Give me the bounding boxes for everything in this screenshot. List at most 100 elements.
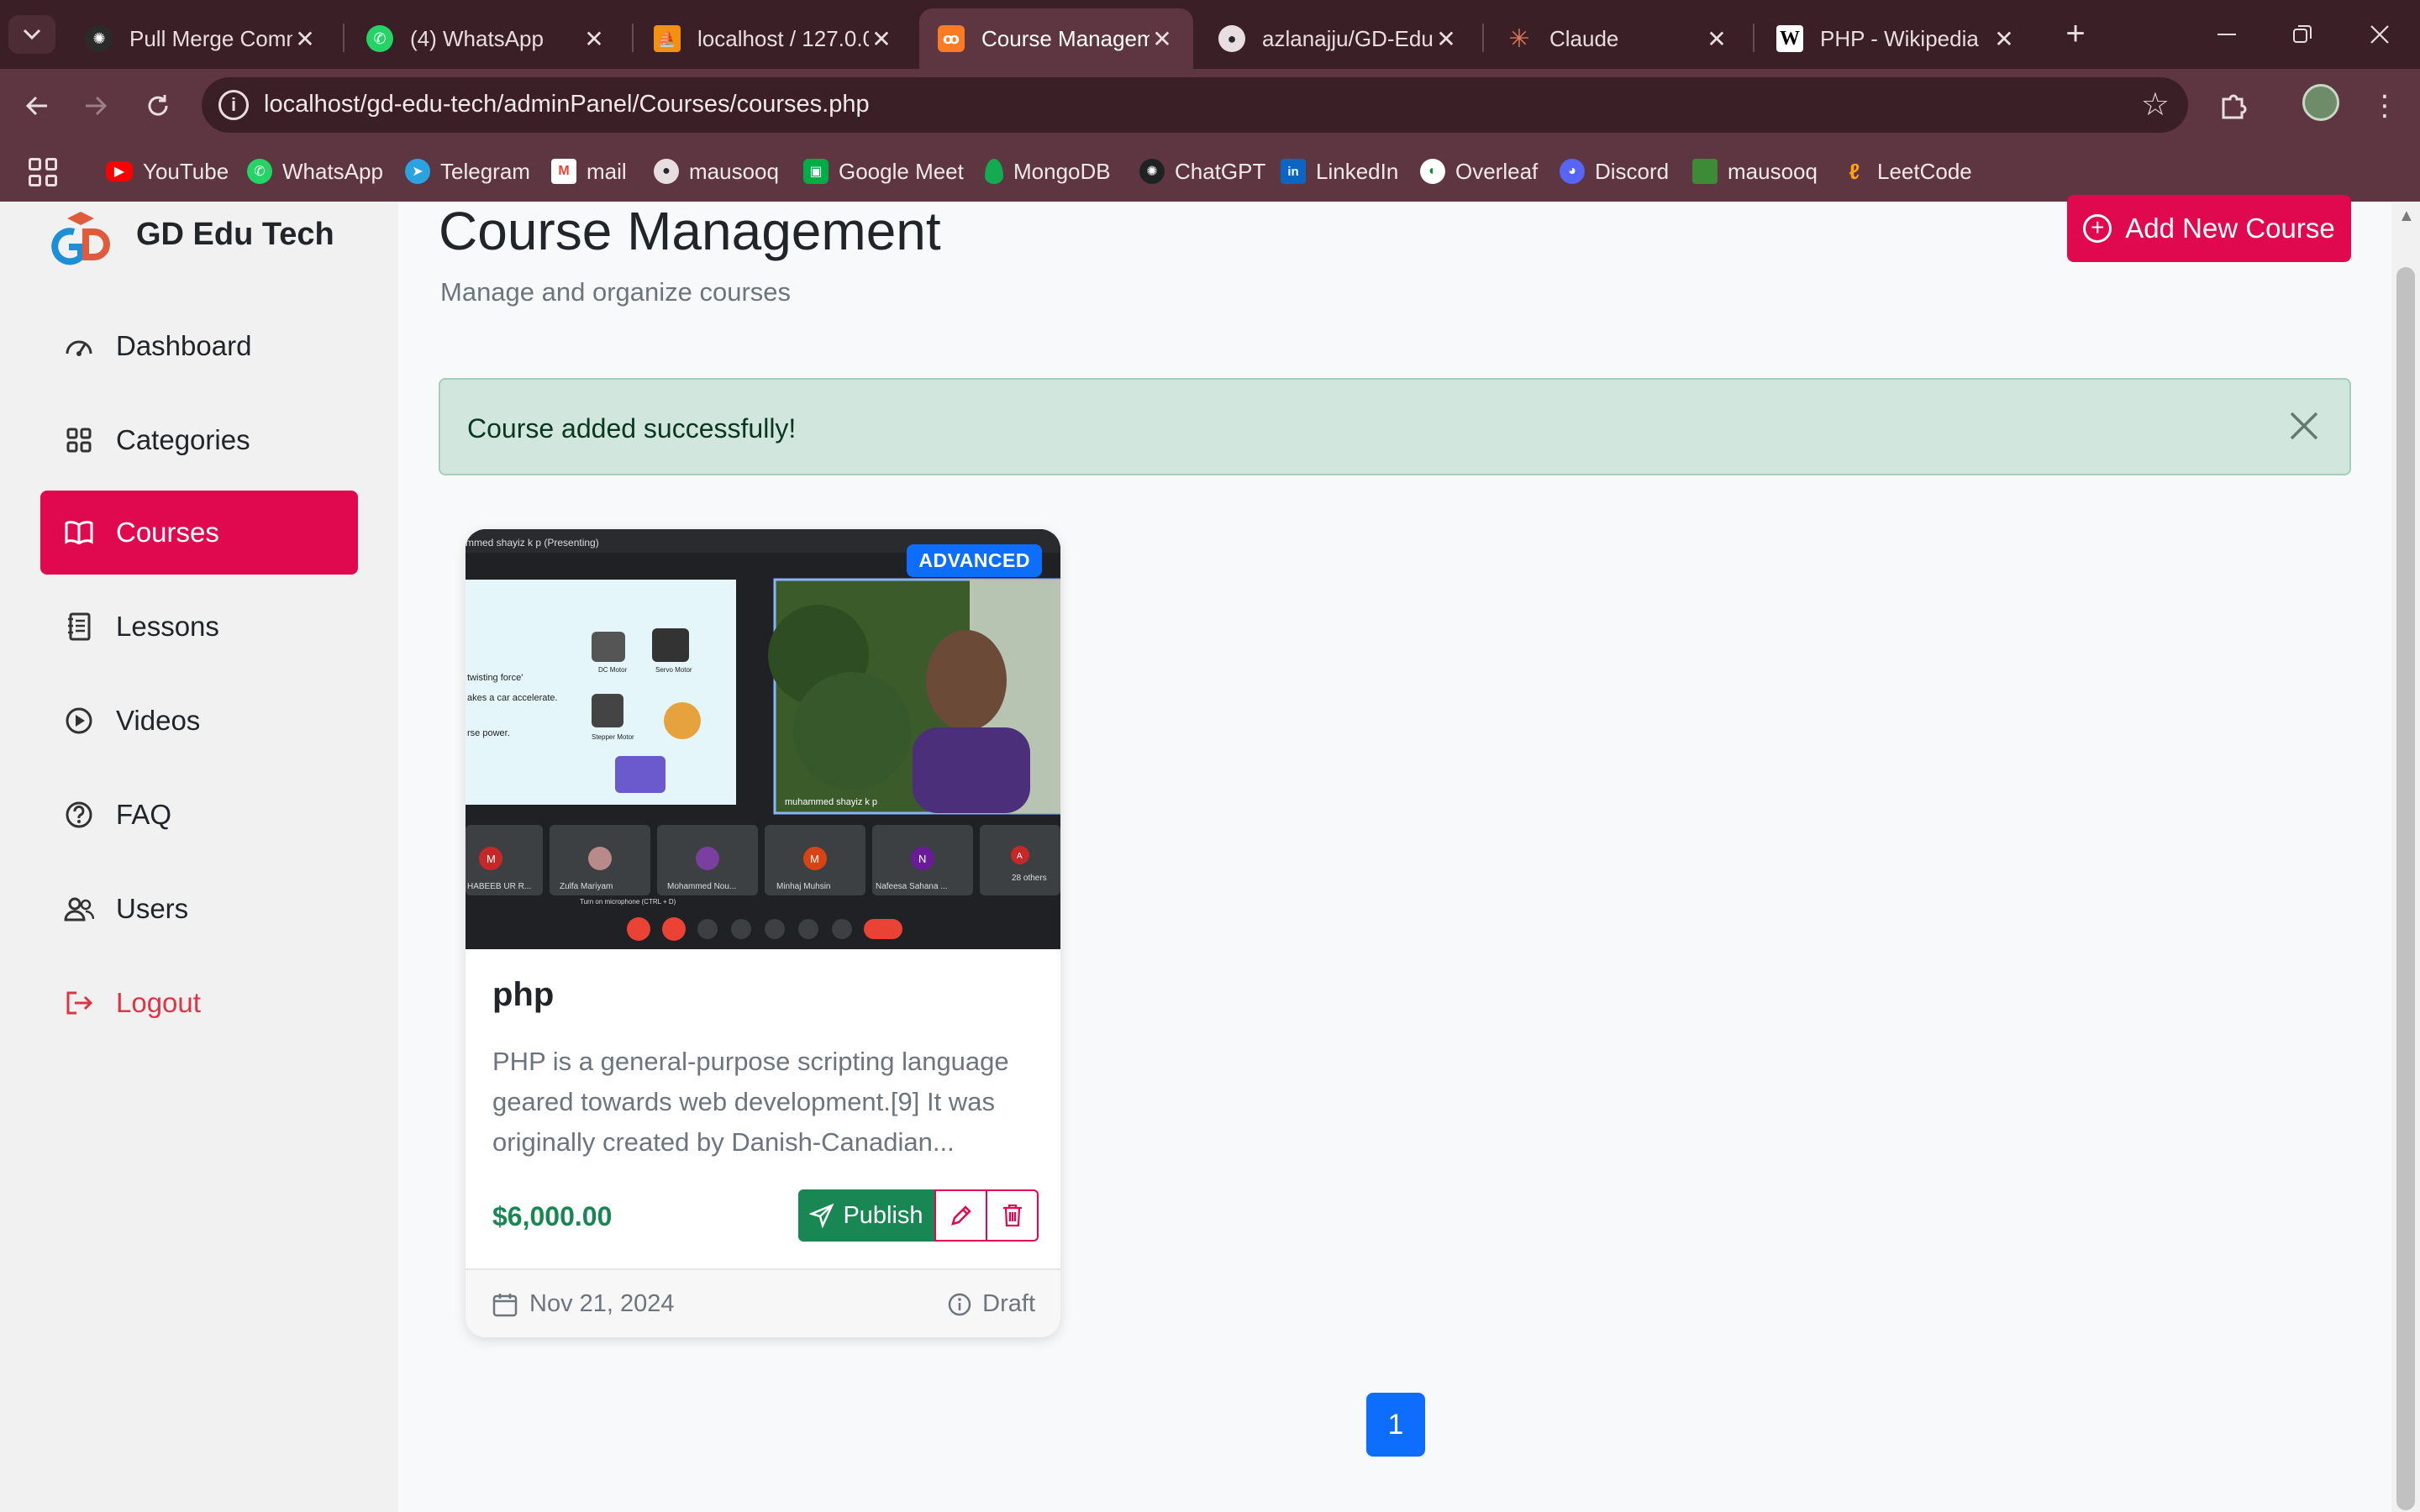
discord-icon: ◕ <box>1560 159 1585 184</box>
back-button[interactable] <box>13 82 60 129</box>
tab-separator <box>632 24 634 52</box>
bookmark-label: LinkedIn <box>1316 158 1399 184</box>
svg-text:rse power.: rse power. <box>467 728 510 738</box>
scrollbar-thumb[interactable] <box>2396 267 2415 1510</box>
alert-close-button[interactable] <box>2281 403 2328 450</box>
forward-button[interactable] <box>72 82 119 129</box>
chevron-down-icon <box>23 29 41 40</box>
tab-course-management[interactable]: ꝏ Course Manageme ✕ <box>919 8 1193 69</box>
close-tab-icon[interactable]: ✕ <box>581 25 607 53</box>
pencil-icon <box>950 1205 971 1226</box>
address-bar[interactable]: i localhost/gd-edu-tech/adminPanel/Cours… <box>202 77 2188 133</box>
sidebar-item-dashboard[interactable]: Dashboard <box>40 304 358 388</box>
bookmark-overleaf[interactable]: ◐ Overleaf <box>1420 156 1538 186</box>
bookmark-mongodb[interactable]: MongoDB <box>985 156 1111 186</box>
bookmark-github[interactable]: ● mausooq <box>654 156 779 186</box>
reload-button[interactable] <box>134 82 182 129</box>
pagination-page-1[interactable]: 1 <box>1366 1393 1425 1457</box>
new-tab-button[interactable]: + <box>2057 17 2094 54</box>
bookmark-mail[interactable]: Mmail <box>551 156 627 186</box>
bookmark-google-meet[interactable]: ▣ Google Meet <box>803 156 964 186</box>
main-content: Course Management Manage and organize co… <box>398 195 2391 1512</box>
close-tab-icon[interactable]: ✕ <box>1434 25 1459 53</box>
play-circle-icon <box>64 706 94 736</box>
overleaf-icon: ◐ <box>1420 159 1445 184</box>
bookmark-whatsapp[interactable]: ✆ WhatsApp <box>247 156 383 186</box>
sidebar-item-lessons[interactable]: Lessons <box>40 585 358 669</box>
whatsapp-icon: ✆ <box>366 25 393 52</box>
bookmark-chatgpt[interactable]: ✺ ChatGPT <box>1139 156 1265 186</box>
sidebar-item-label: Dashboard <box>116 330 252 361</box>
course-card: mmed shayiz k p (Presenting) twisting fo… <box>466 529 1060 1337</box>
apps-grid-icon[interactable] <box>29 158 57 186</box>
tab-pull-merge[interactable]: ✺ Pull Merge Commi ✕ <box>67 8 336 69</box>
bookmark-youtube[interactable]: ▶ YouTube <box>106 156 229 186</box>
sidebar-item-label: FAQ <box>116 799 172 830</box>
sidebar-item-videos[interactable]: Videos <box>40 679 358 763</box>
minimize-button[interactable] <box>2203 12 2250 57</box>
linkedin-icon: in <box>1281 159 1306 184</box>
tab-phpmyadmin[interactable]: ⛵ localhost / 127.0.0. ✕ <box>635 8 913 69</box>
tab-title: azlanajju/GD-Edu- <box>1262 25 1434 51</box>
page-scrollbar[interactable]: ▲ <box>2391 202 2420 1512</box>
tab-title: Claude <box>1549 25 1619 51</box>
close-tab-icon[interactable]: ✕ <box>1991 25 2017 53</box>
sidebar-item-users[interactable]: Users <box>40 867 358 951</box>
tab-wikipedia[interactable]: W PHP - Wikipedia ✕ <box>1758 8 2035 69</box>
sidebar-item-courses[interactable]: Courses <box>40 491 358 575</box>
publish-button[interactable]: Publish <box>798 1189 934 1242</box>
delete-button[interactable] <box>986 1189 1039 1242</box>
sidebar-item-label: Courses <box>116 517 219 548</box>
edit-button[interactable] <box>934 1189 986 1242</box>
tab-whatsapp[interactable]: ✆ (4) WhatsApp ✕ <box>348 8 625 69</box>
url-text[interactable]: localhost/gd-edu-tech/adminPanel/Courses… <box>264 91 870 118</box>
close-icon <box>2290 412 2318 440</box>
site-info-icon[interactable]: i <box>218 90 249 120</box>
sidebar-item-faq[interactable]: FAQ <box>40 773 358 857</box>
svg-text:HABEEB UR R...: HABEEB UR R... <box>467 882 531 891</box>
course-title: php <box>492 976 555 1013</box>
close-tab-icon[interactable]: ✕ <box>1704 25 1729 53</box>
tab-strip: ✺ Pull Merge Commi ✕ ✆ (4) WhatsApp ✕ ⛵ … <box>0 0 2420 69</box>
sidebar-item-label: Logout <box>116 987 201 1018</box>
svg-text:N: N <box>918 853 926 865</box>
svg-text:Zulfa Mariyam: Zulfa Mariyam <box>560 882 613 891</box>
bookmark-star-icon[interactable]: ☆ <box>2141 86 2170 123</box>
restore-icon <box>2293 25 2312 43</box>
brand-name: GD Edu Tech <box>136 217 334 252</box>
menu-kebab-icon[interactable]: ⋮ <box>2365 86 2405 126</box>
bookmark-leetcode[interactable]: ℓ LeetCode <box>1842 156 1972 186</box>
add-course-button[interactable]: + Add New Course <box>2067 195 2351 262</box>
profile-avatar[interactable] <box>2302 84 2339 121</box>
arrow-right-icon <box>86 96 108 116</box>
bookmark-mausooq[interactable]: mausooq <box>1692 156 1818 186</box>
tab-claude[interactable]: ✳ Claude ✕ <box>1487 8 1748 69</box>
tab-github[interactable]: ● azlanajju/GD-Edu- ✕ <box>1200 8 1477 69</box>
bookmark-discord[interactable]: ◕ Discord <box>1560 156 1669 186</box>
scroll-up-icon[interactable]: ▲ <box>2398 207 2415 226</box>
bookmark-linkedin[interactable]: in LinkedIn <box>1281 156 1398 186</box>
puzzle-icon <box>2222 94 2247 119</box>
tab-separator <box>1753 24 1754 52</box>
users-icon <box>64 894 94 924</box>
restore-button[interactable] <box>2279 12 2326 57</box>
plus-circle-icon: + <box>2083 214 2112 243</box>
tab-title: Pull Merge Commi <box>129 25 292 51</box>
publish-label: Publish <box>843 1201 923 1229</box>
tab-search-button[interactable] <box>8 15 55 54</box>
bookmarks-bar: ▶ YouTube ✆ WhatsApp ➤ Telegram Mmail ● maus… <box>0 141 2420 202</box>
extensions-icon[interactable] <box>2213 86 2254 126</box>
bookmark-label: mausooq <box>689 158 779 184</box>
dashboard-icon <box>64 331 94 361</box>
course-date-text: Nov 21, 2024 <box>529 1290 675 1317</box>
sidebar-item-label: Videos <box>116 705 201 736</box>
svg-text:28 others: 28 others <box>1012 874 1047 883</box>
close-tab-icon[interactable]: ✕ <box>1150 25 1175 53</box>
close-tab-icon[interactable]: ✕ <box>869 25 894 53</box>
close-window-button[interactable] <box>2356 12 2403 57</box>
sidebar-item-logout[interactable]: Logout <box>40 961 358 1045</box>
close-tab-icon[interactable]: ✕ <box>292 25 318 53</box>
bookmark-telegram[interactable]: ➤ Telegram <box>405 156 530 186</box>
svg-text:Stepper Motor: Stepper Motor <box>592 733 634 741</box>
sidebar-item-categories[interactable]: Categories <box>40 398 358 482</box>
